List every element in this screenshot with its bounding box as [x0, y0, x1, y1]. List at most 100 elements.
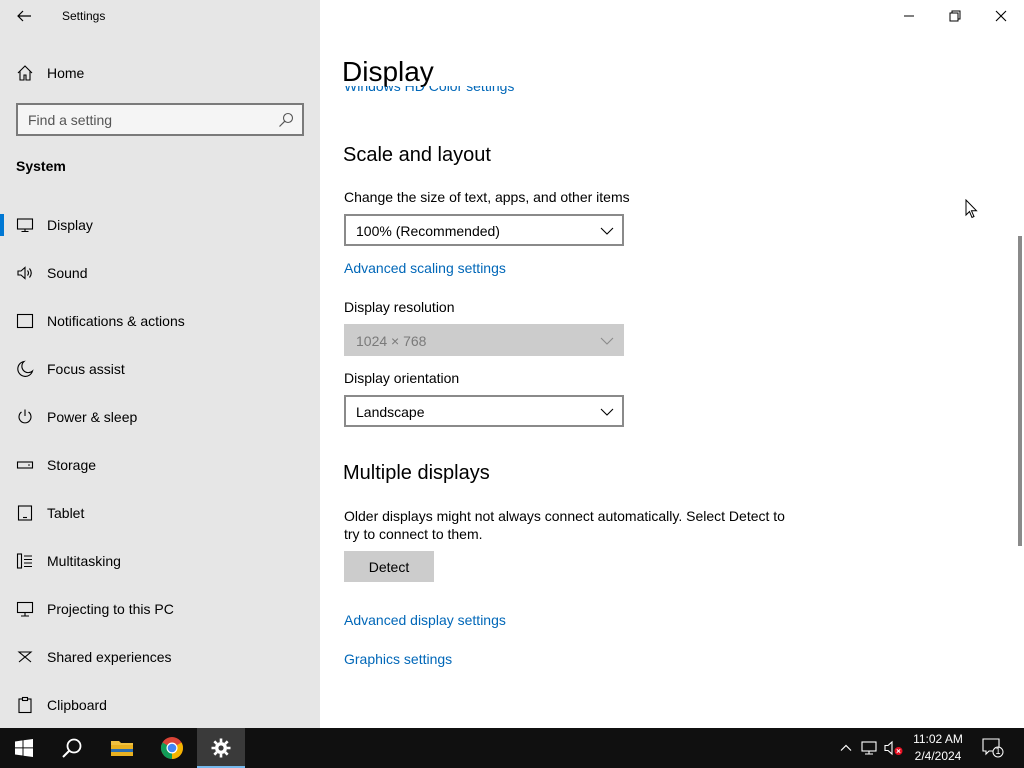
home-icon	[17, 65, 33, 81]
sidebar-item-storage[interactable]: Storage	[0, 445, 320, 493]
speaker-icon	[17, 266, 32, 280]
chevron-down-icon	[600, 227, 614, 235]
search-icon	[62, 738, 82, 758]
home-label: Home	[47, 65, 85, 81]
folder-icon	[111, 741, 133, 756]
clock-date: 2/4/2024	[914, 749, 962, 763]
back-button[interactable]	[8, 2, 40, 30]
selection-indicator	[0, 214, 4, 236]
search-input[interactable]: Find a setting	[16, 103, 304, 136]
sidebar-item-clipboard[interactable]: Clipboard	[0, 685, 320, 733]
tablet-icon	[17, 505, 33, 521]
volume-tray-button[interactable]	[884, 738, 904, 758]
network-icon	[861, 741, 877, 755]
sidebar-item-notifications[interactable]: Notifications & actions	[0, 301, 320, 349]
chevron-down-icon	[600, 408, 614, 416]
sidebar-item-label: Multitasking	[47, 553, 121, 569]
shared-experiences-icon	[17, 651, 33, 663]
clock[interactable]: 11:02 AM 2/4/2024	[902, 731, 974, 765]
sidebar-item-label: Shared experiences	[47, 649, 172, 665]
sidebar-item-label: Storage	[47, 457, 97, 473]
close-icon	[995, 10, 1007, 22]
search-icon[interactable]	[278, 112, 294, 128]
title-bar: Settings	[0, 0, 320, 32]
monitor-icon	[16, 218, 34, 233]
projecting-icon	[16, 601, 34, 617]
speaker-muted-icon	[884, 740, 903, 756]
advanced-scaling-link[interactable]: Advanced scaling settings	[344, 260, 506, 276]
scale-value: 100% (Recommended)	[356, 223, 500, 239]
sidebar-item-projecting[interactable]: Projecting to this PC	[0, 589, 320, 637]
sidebar-item-label: Tablet	[47, 505, 85, 521]
advanced-display-settings-link[interactable]: Advanced display settings	[344, 612, 506, 628]
search-taskbar-button[interactable]	[48, 728, 96, 768]
notification-icon	[16, 313, 34, 329]
sidebar-nav: Display Sound Notifications & actions Fo…	[0, 205, 320, 733]
moon-icon	[17, 360, 34, 377]
multitasking-icon	[16, 553, 32, 569]
sidebar-item-display[interactable]: Display	[0, 205, 320, 253]
hd-color-link[interactable]: Windows HD Color settings	[344, 86, 544, 100]
action-center-button[interactable]: 1	[982, 738, 1004, 758]
scale-dropdown[interactable]: 100% (Recommended)	[344, 214, 624, 246]
tray-overflow-button[interactable]	[836, 738, 856, 758]
scale-layout-heading: Scale and layout	[343, 144, 491, 166]
file-explorer-button[interactable]	[98, 728, 146, 768]
taskbar: 11:02 AM 2/4/2024 1	[0, 728, 1024, 768]
app-title: Settings	[62, 9, 106, 23]
sidebar: Settings Home Find a setting System Disp…	[0, 0, 320, 728]
clock-time: 11:02 AM	[913, 732, 963, 746]
search-placeholder: Find a setting	[28, 112, 113, 128]
size-label: Change the size of text, apps, and other…	[344, 189, 630, 205]
sidebar-item-label: Sound	[47, 265, 88, 281]
minimize-button[interactable]	[886, 0, 932, 32]
sidebar-item-sound[interactable]: Sound	[0, 253, 320, 301]
restore-button[interactable]	[932, 0, 978, 32]
sidebar-item-power-sleep[interactable]: Power & sleep	[0, 397, 320, 445]
sidebar-item-label: Display	[47, 217, 93, 233]
orientation-value: Landscape	[356, 404, 425, 420]
multiple-displays-description-line2: try to connect to them.	[344, 526, 483, 542]
gear-icon	[211, 738, 231, 758]
resolution-dropdown[interactable]: 1024 × 768	[344, 324, 624, 356]
sidebar-item-focus-assist[interactable]: Focus assist	[0, 349, 320, 397]
windows-logo-icon	[15, 739, 33, 757]
network-tray-button[interactable]	[860, 738, 880, 758]
settings-taskbar-button[interactable]	[197, 728, 245, 768]
detect-button[interactable]: Detect	[344, 551, 434, 582]
page-title: Display	[342, 56, 434, 87]
scrollbar[interactable]	[1018, 236, 1022, 546]
resolution-label: Display resolution	[344, 299, 455, 315]
clipboard-icon	[18, 696, 32, 714]
chrome-button[interactable]	[148, 728, 196, 768]
notification-count-badge: 1	[995, 746, 1001, 756]
power-icon	[18, 409, 32, 424]
sidebar-item-label: Notifications & actions	[47, 313, 185, 329]
chrome-icon	[161, 737, 183, 759]
sidebar-item-multitasking[interactable]: Multitasking	[0, 541, 320, 589]
minimize-icon	[904, 15, 914, 17]
storage-icon	[16, 461, 34, 469]
multiple-displays-heading: Multiple displays	[343, 462, 490, 484]
orientation-dropdown[interactable]: Landscape	[344, 395, 624, 427]
chevron-up-icon	[840, 744, 852, 751]
home-nav-item[interactable]: Home	[0, 56, 320, 90]
multiple-displays-description-line1: Older displays might not always connect …	[344, 508, 785, 524]
restore-icon	[949, 10, 961, 22]
sidebar-item-shared-experiences[interactable]: Shared experiences	[0, 637, 320, 685]
sidebar-item-tablet[interactable]: Tablet	[0, 493, 320, 541]
hd-color-link-text: Windows HD Color settings	[344, 86, 515, 94]
close-button[interactable]	[978, 0, 1024, 32]
sidebar-item-label: Projecting to this PC	[47, 601, 174, 617]
section-heading: System	[16, 158, 66, 174]
back-arrow-icon	[17, 10, 31, 22]
sidebar-item-label: Power & sleep	[47, 409, 138, 425]
orientation-label: Display orientation	[344, 370, 460, 386]
graphics-settings-link[interactable]: Graphics settings	[344, 651, 452, 667]
mouse-cursor-icon	[965, 199, 978, 219]
sidebar-item-label: Clipboard	[47, 697, 107, 713]
resolution-value: 1024 × 768	[356, 333, 427, 349]
chevron-down-icon	[600, 337, 614, 345]
sidebar-item-label: Focus assist	[47, 361, 125, 377]
start-button[interactable]	[0, 728, 48, 768]
